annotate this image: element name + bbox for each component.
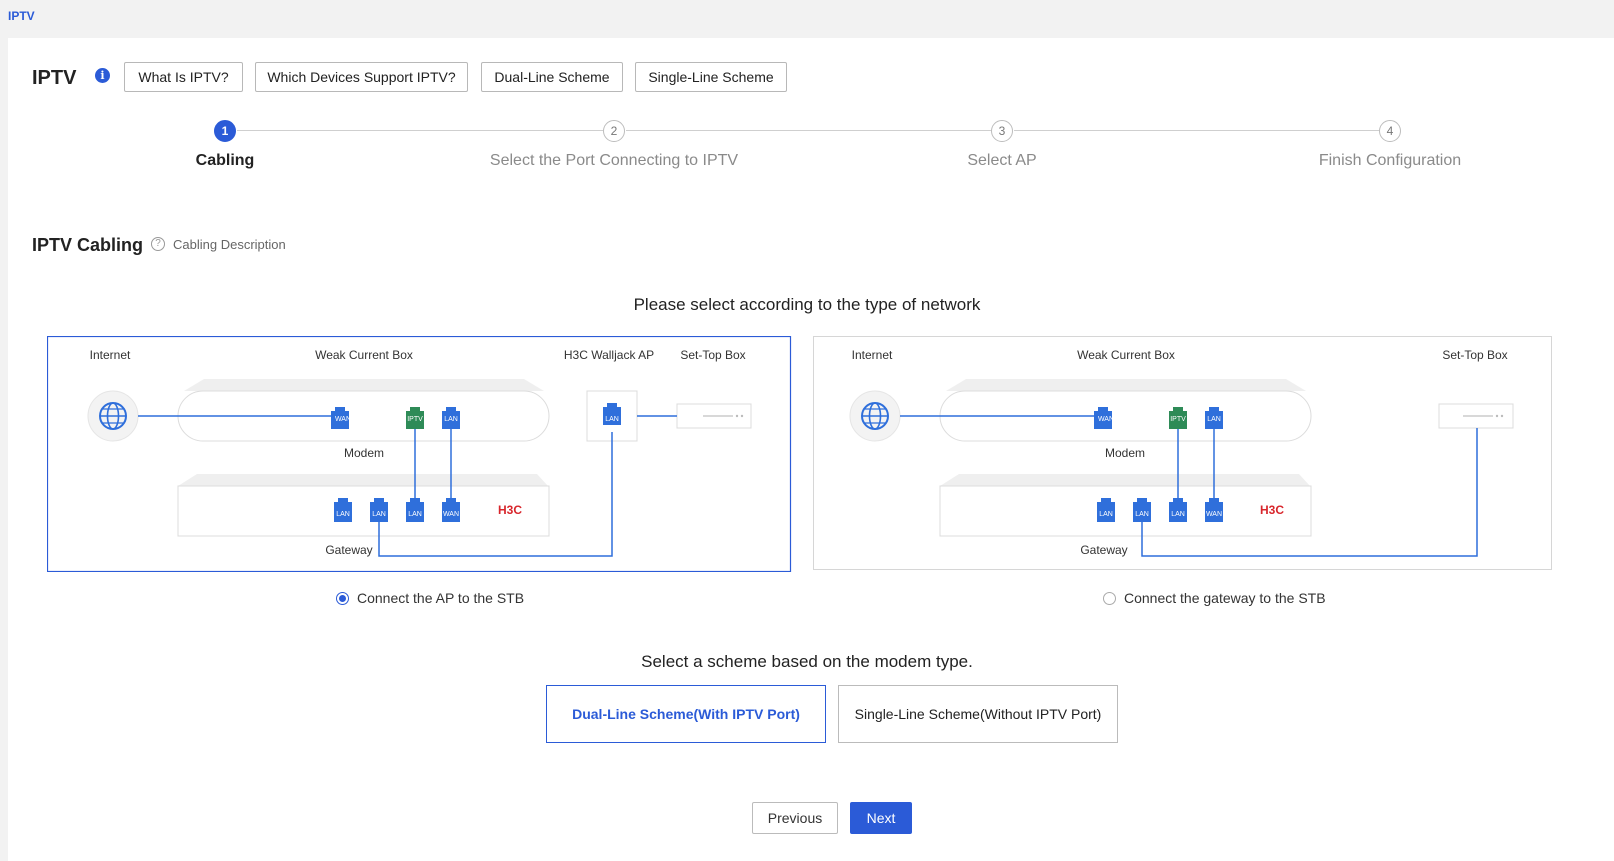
weak-box-label: Weak Current Box xyxy=(1077,348,1175,362)
help-icon[interactable]: ? xyxy=(151,237,165,251)
section-title: IPTV Cabling xyxy=(32,235,144,255)
radio-gateway-to-stb[interactable] xyxy=(1103,591,1116,605)
option-ap-to-stb[interactable]: Connect the AP to the STB xyxy=(336,590,524,606)
diagram-gateway-to-stb[interactable]: Internet Weak Current Box Set-Top Box Mo… xyxy=(813,336,1553,572)
step-3-label: Select AP xyxy=(967,152,1037,169)
network-prompt: Please select according to the type of n… xyxy=(633,295,981,314)
h3c-logo: H3C xyxy=(1260,503,1284,517)
step-2-circle: 2 xyxy=(603,120,625,142)
supported-devices-button[interactable]: Which Devices Support IPTV? xyxy=(255,62,468,92)
step-1-label: Cabling xyxy=(195,152,255,169)
gateway-top xyxy=(178,474,548,486)
info-icon[interactable]: i xyxy=(95,68,110,83)
step-2-label: Select the Port Connecting to IPTV xyxy=(489,152,739,169)
modem-label: Modem xyxy=(344,446,384,460)
radio-ap-to-stb[interactable] xyxy=(336,591,349,605)
svg-text:WAN: WAN xyxy=(1098,416,1114,423)
svg-text:LAN: LAN xyxy=(605,416,619,423)
svg-text:IPTV: IPTV xyxy=(407,416,423,423)
what-is-iptv-button[interactable]: What Is IPTV? xyxy=(124,62,243,92)
modem-top xyxy=(184,379,544,391)
single-line-scheme-option[interactable]: Single-Line Scheme(Without IPTV Port) xyxy=(838,685,1118,743)
svg-text:WAN: WAN xyxy=(443,511,459,518)
svg-text:LAN: LAN xyxy=(1207,416,1221,423)
dual-line-scheme-option[interactable]: Dual-Line Scheme(With IPTV Port) xyxy=(546,685,826,743)
option-label: Connect the gateway to the STB xyxy=(1124,590,1326,606)
stb-label: Set-Top Box xyxy=(680,348,745,362)
step-4-circle: 4 xyxy=(1379,120,1401,142)
modem-label: Modem xyxy=(1105,446,1145,460)
svg-text:LAN: LAN xyxy=(372,511,386,518)
diagram-ap-to-stb[interactable]: Internet Weak Current Box H3C Walljack A… xyxy=(47,336,792,572)
weak-box-label: Weak Current Box xyxy=(315,348,413,362)
cabling-description-link[interactable]: Cabling Description xyxy=(173,237,286,252)
option-gateway-to-stb[interactable]: Connect the gateway to the STB xyxy=(1103,590,1326,606)
svg-text:LAN: LAN xyxy=(1099,511,1113,518)
gateway-body xyxy=(939,485,1312,537)
step-connector xyxy=(1014,130,1380,131)
internet-label: Internet xyxy=(90,348,131,362)
option-label: Connect the AP to the STB xyxy=(357,590,525,606)
scheme-prompt: Select a scheme based on the modem type. xyxy=(641,652,973,671)
step-connector xyxy=(626,130,992,131)
step-connector xyxy=(237,130,603,131)
h3c-logo: H3C xyxy=(498,503,522,517)
svg-text:IPTV: IPTV xyxy=(1170,416,1186,423)
svg-text:LAN: LAN xyxy=(1135,511,1149,518)
svg-text:LAN: LAN xyxy=(408,511,422,518)
dual-line-scheme-button[interactable]: Dual-Line Scheme xyxy=(481,62,623,92)
step-4-label: Finish Configuration xyxy=(1318,152,1462,169)
previous-button[interactable]: Previous xyxy=(752,802,838,834)
internet-label: Internet xyxy=(852,348,893,362)
gateway-label: Gateway xyxy=(325,543,372,557)
next-button[interactable]: Next xyxy=(850,802,912,834)
breadcrumb: IPTV xyxy=(8,9,35,23)
svg-text:WAN: WAN xyxy=(1206,511,1222,518)
page-title: IPTV xyxy=(32,67,77,89)
gateway-body xyxy=(177,485,550,537)
step-1-circle: 1 xyxy=(214,120,236,142)
svg-text:LAN: LAN xyxy=(1171,511,1185,518)
stb-label: Set-Top Box xyxy=(1442,348,1507,362)
svg-text:LAN: LAN xyxy=(336,511,350,518)
step-3-circle: 3 xyxy=(991,120,1013,142)
single-line-scheme-button[interactable]: Single-Line Scheme xyxy=(635,62,787,92)
gateway-label: Gateway xyxy=(1080,543,1127,557)
svg-text:LAN: LAN xyxy=(444,416,458,423)
ap-label: H3C Walljack AP xyxy=(564,348,654,362)
svg-text:WAN: WAN xyxy=(335,416,351,423)
